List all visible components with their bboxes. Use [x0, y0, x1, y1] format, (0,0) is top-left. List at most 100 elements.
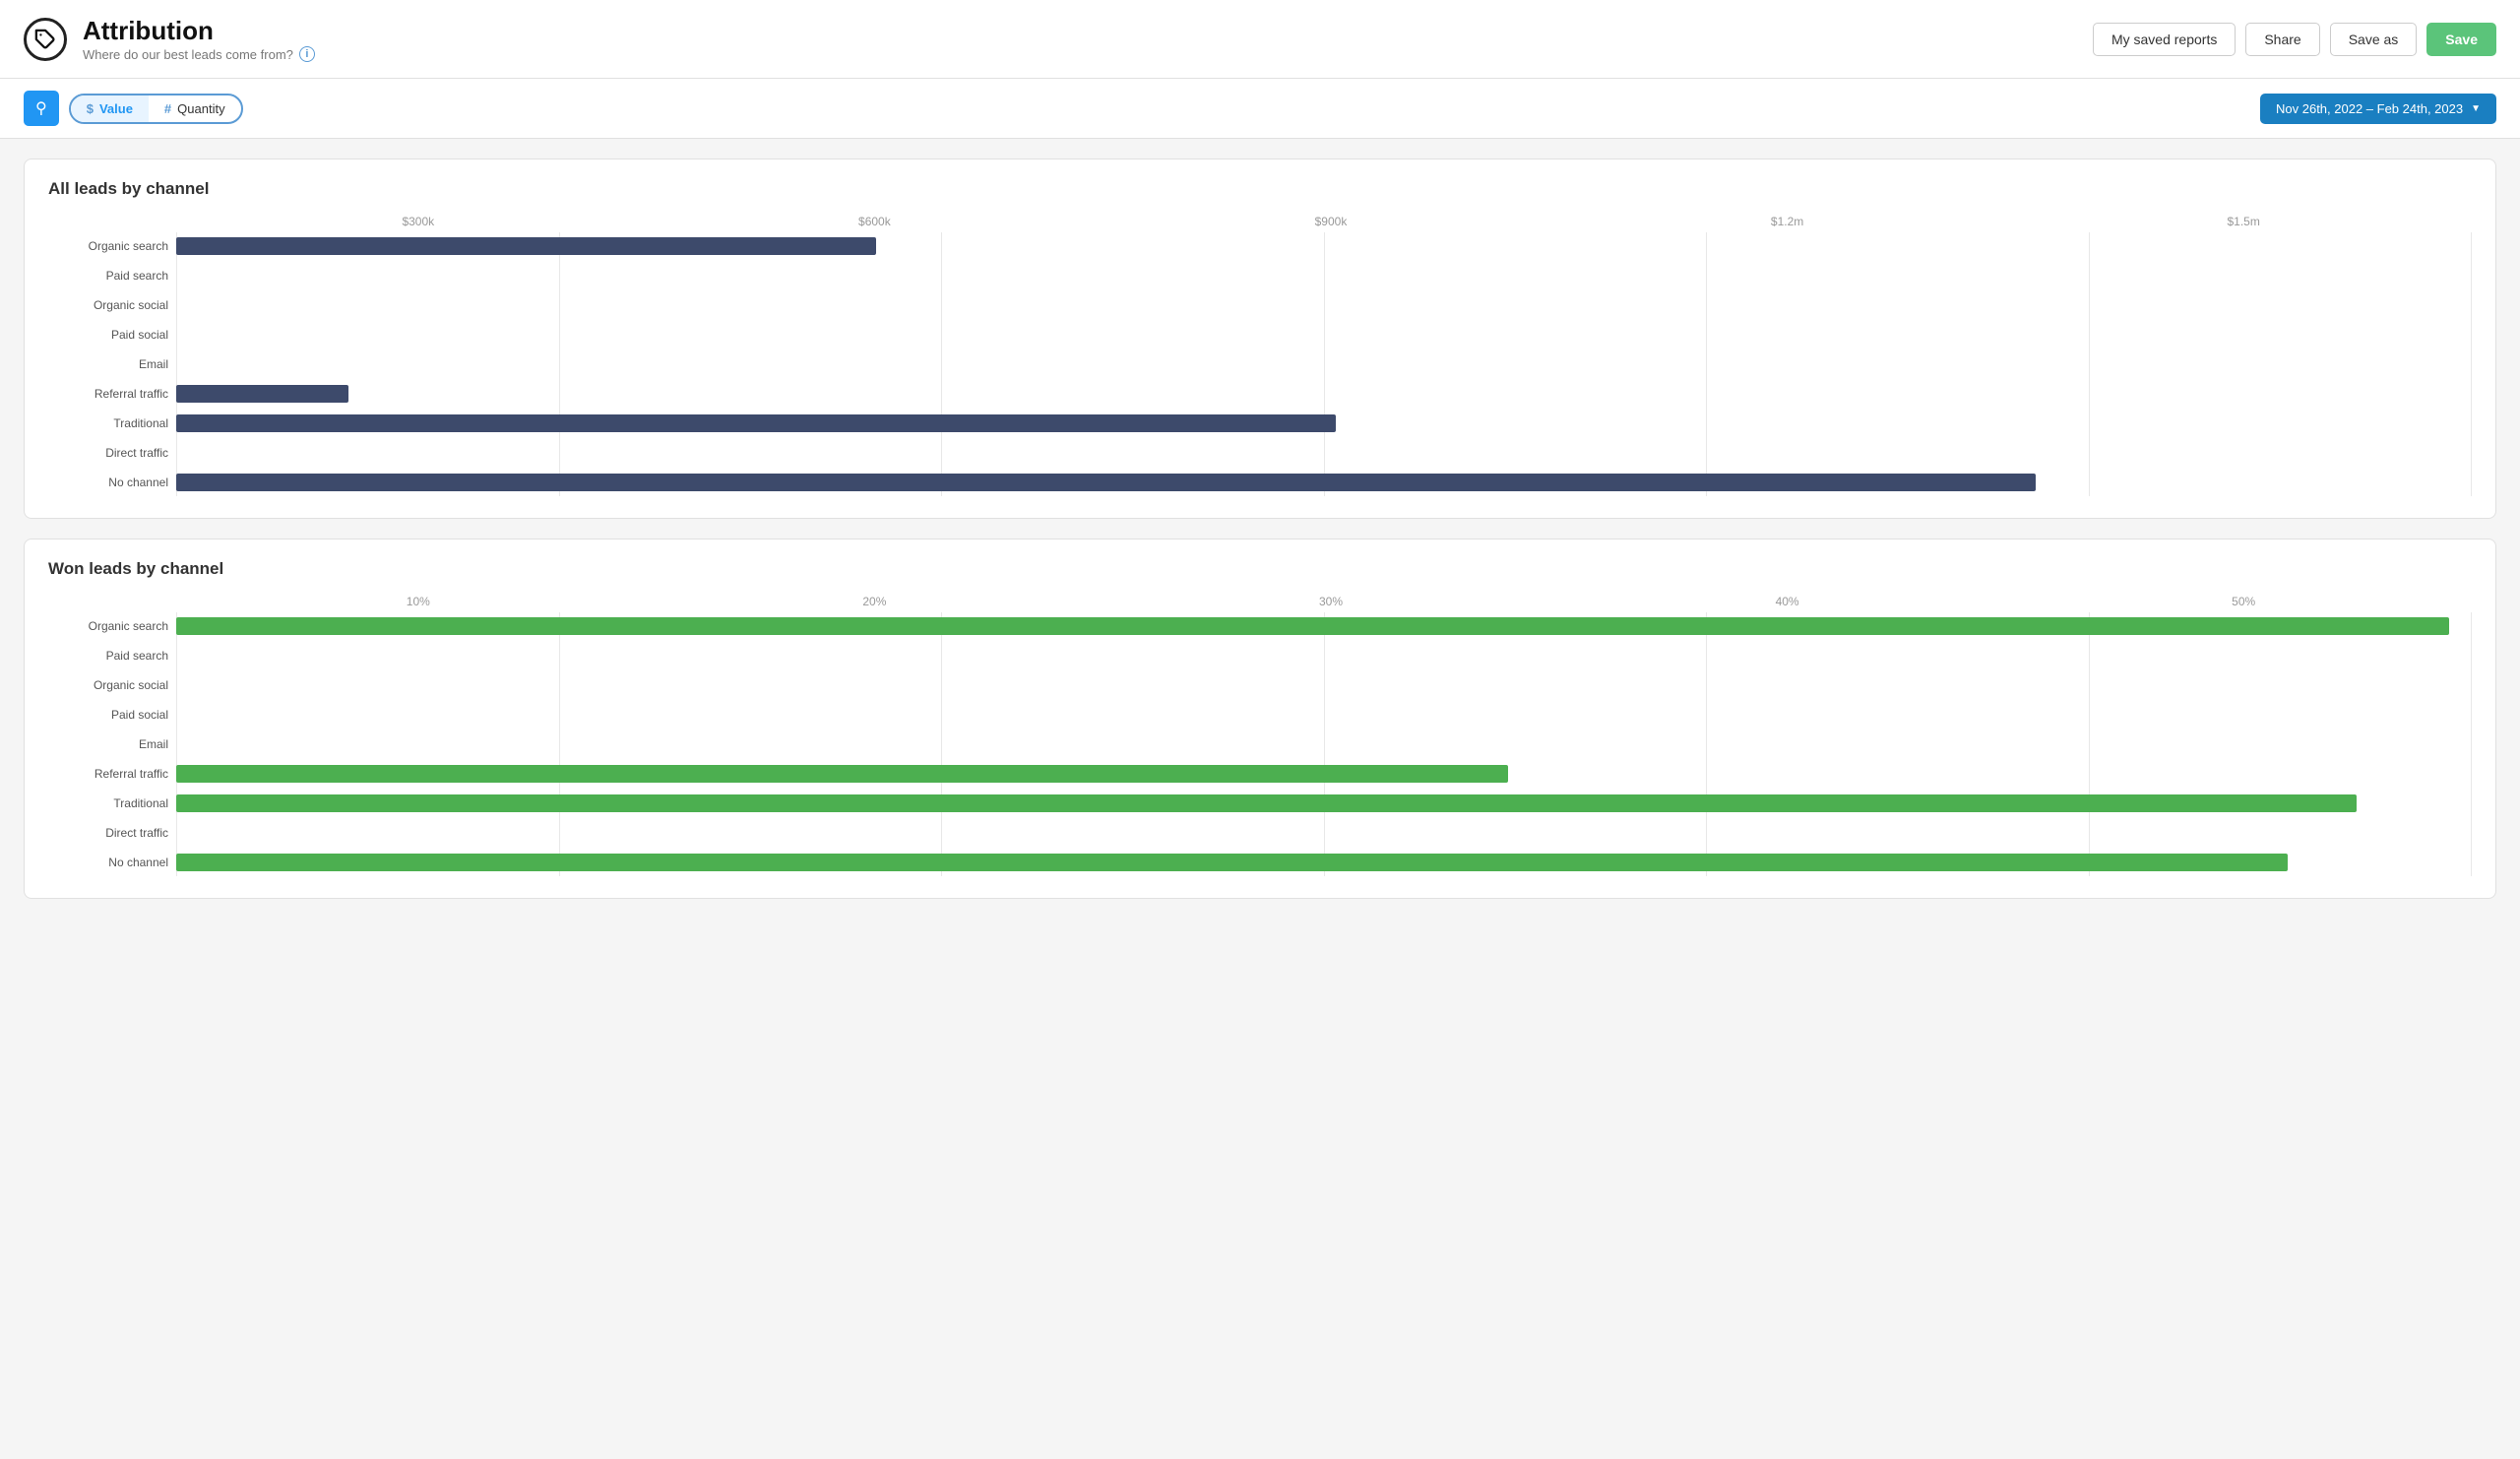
bar-label: Paid social — [50, 328, 168, 342]
save-button[interactable]: Save — [2426, 23, 2496, 56]
x-axis-label: 20% — [647, 595, 1103, 608]
header: Attribution Where do our best leads come… — [0, 0, 2520, 79]
bar-row: Organic social — [176, 671, 2472, 699]
bar-wrapper — [176, 237, 2472, 255]
bar — [176, 854, 2288, 871]
bar-label: Traditional — [50, 416, 168, 430]
bar-row: Traditional — [176, 410, 2472, 437]
bar-label: Traditional — [50, 796, 168, 810]
bar-label: Email — [50, 357, 168, 371]
bar-row: Paid search — [176, 262, 2472, 289]
bar-wrapper — [176, 854, 2472, 871]
bar-wrapper — [176, 824, 2472, 842]
header-actions: My saved reports Share Save as Save — [2093, 23, 2496, 56]
bar — [176, 794, 2357, 812]
all-leads-chart-body: Organic searchPaid searchOrganic socialP… — [48, 232, 2472, 496]
header-title-block: Attribution Where do our best leads come… — [83, 16, 315, 62]
filter-button[interactable]: ⚲ — [24, 91, 59, 126]
x-axis-label: $900k — [1102, 215, 1559, 228]
x-axis-label: $300k — [190, 215, 647, 228]
won-leads-chart: Won leads by channel 10%20%30%40%50% Org… — [24, 539, 2496, 899]
won-leads-chart-body: Organic searchPaid searchOrganic socialP… — [48, 612, 2472, 876]
x-axis-label: 10% — [190, 595, 647, 608]
bar-wrapper — [176, 385, 2472, 403]
bar-wrapper — [176, 474, 2472, 491]
quantity-label: Quantity — [177, 101, 224, 116]
x-axis-label: $1.5m — [2015, 215, 2472, 228]
bar — [176, 765, 1508, 783]
page-subtitle: Where do our best leads come from? i — [83, 46, 315, 62]
value-toggle[interactable]: $ Value — [71, 95, 149, 122]
date-range-label: Nov 26th, 2022 – Feb 24th, 2023 — [2276, 101, 2463, 116]
header-left: Attribution Where do our best leads come… — [24, 16, 315, 62]
won-leads-x-axis: 10%20%30%40%50% — [176, 595, 2472, 608]
filter-icon: ⚲ — [35, 98, 47, 118]
all-leads-bar-chart: $300k$600k$900k$1.2m$1.5m Organic search… — [48, 215, 2472, 496]
bar-label: Organic social — [50, 298, 168, 312]
bar-label: No channel — [50, 856, 168, 869]
bar-row: Referral traffic — [176, 380, 2472, 408]
all-leads-chart: All leads by channel $300k$600k$900k$1.2… — [24, 159, 2496, 519]
toolbar-left: ⚲ $ Value # Quantity — [24, 91, 243, 126]
bar-label: Organic social — [50, 678, 168, 692]
bar-row: Organic social — [176, 291, 2472, 319]
bar — [176, 385, 348, 403]
bar-label: Referral traffic — [50, 387, 168, 401]
bar-wrapper — [176, 267, 2472, 285]
bar-wrapper — [176, 765, 2472, 783]
page-title: Attribution — [83, 16, 315, 46]
won-leads-bar-chart: 10%20%30%40%50% Organic searchPaid searc… — [48, 595, 2472, 876]
view-toggle: $ Value # Quantity — [69, 94, 243, 124]
value-label: Value — [99, 101, 133, 116]
bar-wrapper — [176, 647, 2472, 665]
bar-wrapper — [176, 794, 2472, 812]
content: All leads by channel $300k$600k$900k$1.2… — [0, 139, 2520, 919]
bar — [176, 414, 1336, 432]
bar-row: Paid social — [176, 701, 2472, 729]
bar-label: Direct traffic — [50, 826, 168, 840]
bar-label: Direct traffic — [50, 446, 168, 460]
all-leads-title: All leads by channel — [48, 179, 2472, 199]
bar-wrapper — [176, 296, 2472, 314]
toolbar: ⚲ $ Value # Quantity Nov 26th, 2022 – Fe… — [0, 79, 2520, 139]
won-leads-chart-rows: Organic searchPaid searchOrganic socialP… — [176, 612, 2472, 876]
bar — [176, 617, 2449, 635]
x-axis-label: $600k — [647, 215, 1103, 228]
bar-row: No channel — [176, 469, 2472, 496]
bar-label: Paid social — [50, 708, 168, 722]
bar-row: Paid search — [176, 642, 2472, 669]
bar-row: Organic search — [176, 232, 2472, 260]
all-leads-chart-rows: Organic searchPaid searchOrganic socialP… — [176, 232, 2472, 496]
bar-label: Paid search — [50, 649, 168, 663]
bar-label: Organic search — [50, 239, 168, 253]
bar-label: Email — [50, 737, 168, 751]
bar-wrapper — [176, 706, 2472, 724]
bar-wrapper — [176, 355, 2472, 373]
date-range-button[interactable]: Nov 26th, 2022 – Feb 24th, 2023 ▼ — [2260, 94, 2496, 124]
chevron-down-icon: ▼ — [2471, 103, 2481, 114]
bar-wrapper — [176, 735, 2472, 753]
x-axis-label: 30% — [1102, 595, 1559, 608]
save-as-button[interactable]: Save as — [2330, 23, 2418, 56]
quantity-toggle[interactable]: # Quantity — [149, 95, 241, 122]
hash-symbol: # — [164, 101, 171, 116]
bar-row: Paid social — [176, 321, 2472, 349]
bar-label: Organic search — [50, 619, 168, 633]
all-leads-x-axis: $300k$600k$900k$1.2m$1.5m — [176, 215, 2472, 228]
bar-wrapper — [176, 617, 2472, 635]
x-axis-label: 50% — [2015, 595, 2472, 608]
bar-row: Direct traffic — [176, 439, 2472, 467]
logo-icon — [24, 18, 67, 61]
share-button[interactable]: Share — [2245, 23, 2319, 56]
bar-row: Organic search — [176, 612, 2472, 640]
saved-reports-button[interactable]: My saved reports — [2093, 23, 2236, 56]
bar-label: Paid search — [50, 269, 168, 283]
bar-row: Email — [176, 730, 2472, 758]
bar-row: No channel — [176, 849, 2472, 876]
bar-row: Direct traffic — [176, 819, 2472, 847]
bar-wrapper — [176, 676, 2472, 694]
bar-wrapper — [176, 414, 2472, 432]
bar-row: Referral traffic — [176, 760, 2472, 788]
bar-label: Referral traffic — [50, 767, 168, 781]
bar-row: Traditional — [176, 790, 2472, 817]
